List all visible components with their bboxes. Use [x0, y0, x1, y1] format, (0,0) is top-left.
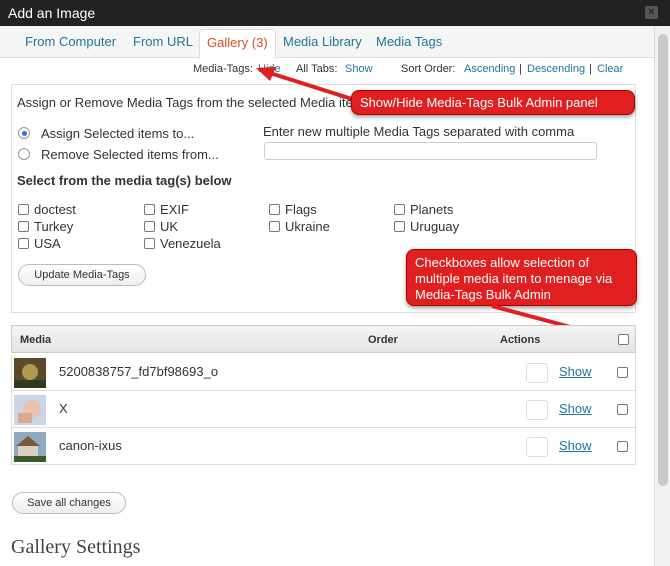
media-tags-filter-label: Media-Tags: — [193, 63, 253, 75]
tag-label: Planets — [410, 202, 454, 217]
tag-checkbox[interactable] — [269, 221, 280, 232]
column-actions: Actions — [500, 334, 541, 346]
tag-label: Flags — [285, 202, 317, 217]
media-thumbnail — [14, 432, 46, 462]
media-table-header: Media Order Actions — [11, 325, 636, 353]
scrollbar[interactable] — [654, 26, 670, 566]
tag-label: doctest — [34, 202, 76, 217]
media-select-checkbox[interactable] — [617, 441, 628, 452]
tag-checkbox[interactable] — [144, 238, 155, 249]
tag-checkbox[interactable] — [394, 221, 405, 232]
sort-clear-link[interactable]: Clear — [597, 63, 623, 75]
tag-checkbox[interactable] — [269, 204, 280, 215]
show-link[interactable]: Show — [559, 401, 592, 416]
column-order: Order — [368, 334, 398, 346]
tag-checkbox[interactable] — [144, 204, 155, 215]
tab-media-library[interactable]: Media Library — [283, 34, 362, 49]
media-select-checkbox[interactable] — [617, 404, 628, 415]
select-all-checkbox[interactable] — [618, 334, 629, 345]
tab-from-computer[interactable]: From Computer — [25, 34, 116, 49]
remove-radio[interactable] — [18, 148, 30, 160]
order-input[interactable] — [526, 363, 548, 383]
select-tags-heading: Select from the media tag(s) below — [17, 173, 232, 188]
gallery-settings-heading: Gallery Settings — [11, 536, 141, 558]
media-select-checkbox[interactable] — [617, 367, 628, 378]
media-row: 5200838757_fd7bf98693_o Show — [11, 354, 636, 391]
tag-label: Uruguay — [410, 219, 460, 234]
new-tags-label: Enter new multiple Media Tags separated … — [263, 124, 575, 139]
tag-label: UK — [160, 219, 179, 234]
sort-ascending-link[interactable]: Ascending — [464, 63, 515, 75]
column-media: Media — [20, 334, 52, 346]
close-icon[interactable]: × — [645, 6, 658, 19]
tab-gallery[interactable]: Gallery (3) — [199, 29, 276, 59]
tab-media-tags[interactable]: Media Tags — [376, 34, 442, 49]
media-row: X Show — [11, 391, 636, 428]
tag-checkbox[interactable] — [144, 221, 155, 232]
assign-radio-label: Assign Selected items to... — [41, 126, 195, 141]
scrollbar-thumb[interactable] — [658, 34, 668, 486]
tag-checkbox[interactable] — [394, 204, 405, 215]
tag-label: Ukraine — [285, 219, 330, 234]
media-row: canon-ixus Show — [11, 428, 636, 465]
tag-label: EXIF — [160, 202, 189, 217]
order-input[interactable] — [526, 400, 548, 420]
callout-toggle-panel: Show/Hide Media-Tags Bulk Admin panel — [351, 90, 635, 115]
save-all-changes-button[interactable]: Save all changes — [12, 492, 126, 514]
callout-arrow — [256, 67, 356, 102]
assign-radio[interactable] — [18, 127, 30, 139]
tab-from-url[interactable]: From URL — [133, 34, 193, 49]
sort-order-label: Sort Order: — [401, 63, 456, 75]
tag-label: Turkey — [34, 219, 74, 234]
new-tags-input[interactable] — [264, 142, 597, 160]
update-media-tags-button[interactable]: Update Media-Tags — [18, 264, 146, 286]
tag-label: Venezuela — [160, 236, 221, 251]
remove-radio-label: Remove Selected items from... — [41, 147, 219, 162]
window-title: Add an Image — [8, 5, 96, 21]
media-thumbnail — [14, 358, 46, 388]
media-name: X — [59, 401, 68, 416]
media-name: canon-ixus — [59, 438, 122, 453]
tag-checkbox[interactable] — [18, 238, 29, 249]
order-input[interactable] — [526, 437, 548, 457]
sort-separator: | — [589, 63, 592, 75]
sort-separator: | — [519, 63, 522, 75]
media-name: 5200838757_fd7bf98693_o — [59, 364, 219, 379]
media-thumbnail — [14, 395, 46, 425]
show-link[interactable]: Show — [559, 364, 592, 379]
tab-bar: From Computer From URL Gallery (3) Media… — [0, 26, 654, 59]
sort-descending-link[interactable]: Descending — [527, 63, 585, 75]
show-link[interactable]: Show — [559, 438, 592, 453]
callout-checkboxes: Checkboxes allow selection of multiple m… — [406, 249, 637, 306]
window-titlebar: Add an Image × — [0, 0, 670, 26]
tag-checkbox[interactable] — [18, 221, 29, 232]
tag-label: USA — [34, 236, 61, 251]
tag-checkbox[interactable] — [18, 204, 29, 215]
